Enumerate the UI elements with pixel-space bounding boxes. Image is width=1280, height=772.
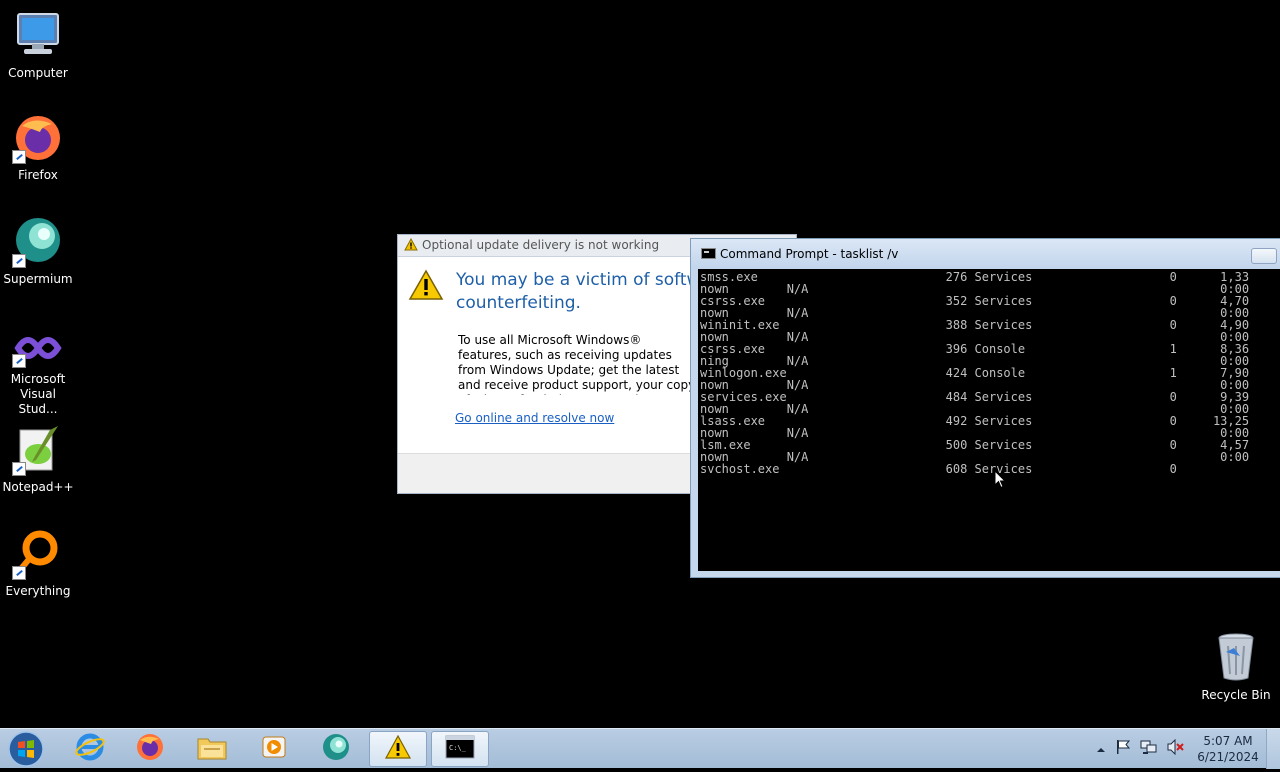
clock-time: 5:07 AM (1203, 734, 1253, 748)
internet-explorer-icon (75, 732, 105, 766)
desktop-icon-firefox[interactable]: Firefox (0, 112, 76, 183)
window-title: Command Prompt - tasklist /v (720, 247, 899, 261)
desktop-icon-notepad-plus-plus[interactable]: Notepad++ (0, 424, 76, 495)
svg-text:C:\_: C:\_ (449, 744, 467, 752)
resolve-now-link[interactable]: Go online and resolve now (455, 411, 614, 425)
start-button[interactable] (4, 730, 48, 768)
taskbar-file-explorer[interactable] (184, 731, 240, 767)
taskbar-command-prompt[interactable]: C:\_ (431, 731, 489, 767)
computer-icon (12, 10, 64, 62)
shortcut-arrow-icon (12, 462, 26, 476)
window-title: Optional update delivery is not working (422, 238, 660, 252)
network-icon[interactable] (1140, 739, 1158, 759)
command-prompt-icon (701, 248, 716, 259)
desktop-icon-label: Everything (5, 584, 71, 598)
console-output[interactable]: smss.exe 276 Services 0 1,33 nown N/A 0:… (698, 269, 1280, 571)
desktop-icon-label: Computer (8, 66, 68, 80)
media-player-icon (259, 732, 289, 766)
console-text: smss.exe 276 Services 0 1,33 nown N/A 0:… (700, 270, 1250, 476)
volume-muted-icon[interactable] (1167, 738, 1185, 759)
warning-icon (384, 734, 412, 764)
taskbar-internet-explorer[interactable] (62, 731, 118, 767)
show-desktop-button[interactable] (1266, 729, 1280, 769)
system-clock[interactable]: 5:07 AM 6/21/2024 (1192, 733, 1264, 765)
shortcut-arrow-icon (12, 150, 26, 164)
firefox-icon (135, 732, 165, 766)
supermium-icon (321, 732, 351, 766)
taskbar-supermium[interactable] (308, 731, 364, 767)
desktop-icon-label: Supermium (3, 272, 73, 286)
notification-area (1096, 729, 1185, 769)
warning-icon (408, 269, 444, 305)
clock-date: 6/21/2024 (1197, 750, 1259, 764)
desktop-icon-everything[interactable]: Everything (0, 528, 76, 599)
taskbar-media-player[interactable] (246, 731, 302, 767)
shortcut-arrow-icon (12, 254, 26, 268)
command-prompt-icon: C:\_ (445, 735, 475, 763)
warning-message: To use all Microsoft Windows® features, … (458, 333, 696, 395)
desktop-icon-label: Firefox (18, 168, 58, 182)
visual-studio-icon (12, 328, 64, 368)
desktop-icon-label: Microsoft Visual Stud... (10, 372, 66, 416)
desktop-icon-label: Notepad++ (2, 480, 74, 494)
taskbar-genuine-warning[interactable] (369, 731, 427, 767)
minimize-button[interactable] (1251, 248, 1277, 264)
desktop-icon-computer[interactable]: Computer (0, 10, 76, 81)
desktop-icon-visual-studio[interactable]: Microsoft Visual Stud... (0, 328, 76, 417)
desktop-icon-supermium[interactable]: Supermium (0, 216, 76, 287)
supermium-icon (12, 216, 64, 268)
action-center-flag-icon[interactable] (1115, 739, 1131, 759)
command-prompt-window[interactable]: Command Prompt - tasklist /v smss.exe 27… (690, 238, 1280, 578)
recycle-bin-icon (1210, 632, 1262, 684)
taskbar-firefox[interactable] (122, 731, 178, 767)
mouse-cursor-icon (994, 469, 1007, 493)
taskbar: C:\_ 5:07 AM 6/21/2024 (0, 728, 1280, 769)
desktop-icon-recycle-bin[interactable]: Recycle Bin (1198, 632, 1274, 703)
warning-icon (404, 237, 418, 254)
shortcut-arrow-icon (12, 354, 26, 368)
desktop-icon-label: Recycle Bin (1201, 688, 1271, 702)
shortcut-arrow-icon (12, 566, 26, 580)
notepad-plus-plus-icon (12, 424, 64, 476)
window-titlebar[interactable]: Command Prompt - tasklist /v (691, 239, 1280, 269)
everything-search-icon (12, 528, 64, 580)
firefox-icon (12, 112, 64, 164)
file-explorer-icon (196, 733, 228, 765)
show-hidden-icons-button[interactable] (1096, 740, 1106, 759)
